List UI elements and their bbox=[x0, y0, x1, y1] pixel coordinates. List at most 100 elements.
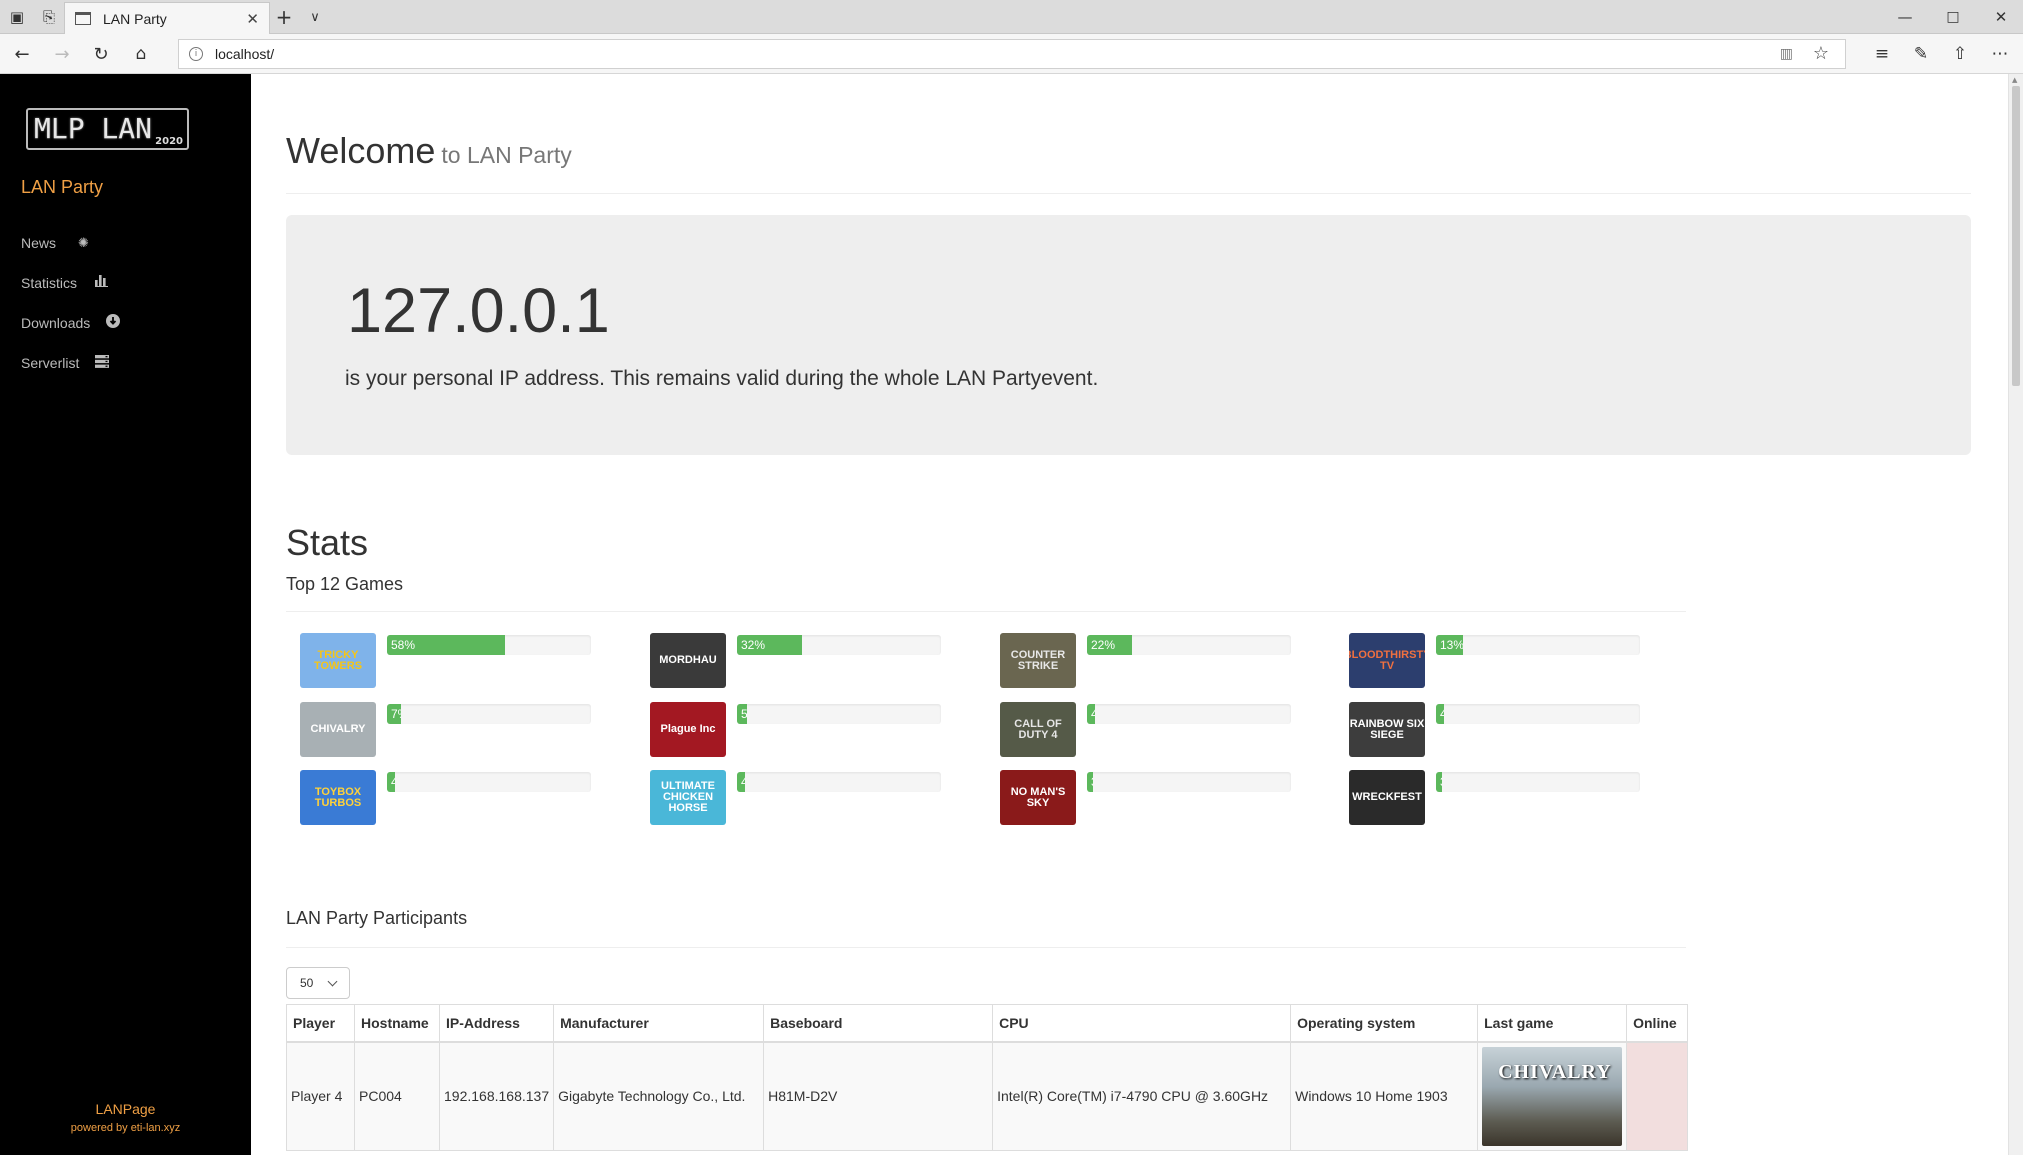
cell-cpu: Intel(R) Core(TM) i7-4790 CPU @ 3.60GHz bbox=[992, 1041, 1292, 1151]
divider bbox=[286, 947, 1686, 948]
game-progress-fill: 3% bbox=[1436, 772, 1443, 792]
tab-actions-icon[interactable]: ▣ bbox=[4, 0, 30, 34]
col-manufacturer[interactable]: Manufacturer bbox=[553, 1004, 765, 1043]
scroll-up-icon[interactable]: ▲ bbox=[2012, 76, 2017, 84]
forward-icon[interactable]: → bbox=[44, 34, 80, 74]
page-size-select[interactable]: 50 bbox=[286, 967, 350, 999]
game-cover[interactable]: ULTIMATE CHICKEN HORSE bbox=[650, 770, 726, 825]
sidebar-item-serverlist[interactable]: Serverlist bbox=[21, 351, 110, 375]
close-window-icon[interactable]: ✕ bbox=[1986, 0, 2016, 34]
game-item: COUNTER STRIKE 22% bbox=[1000, 633, 1300, 689]
game-cover-title: Plague Inc bbox=[660, 723, 716, 735]
col-ip-address[interactable]: IP-Address bbox=[438, 1004, 555, 1043]
game-item: WRECKFEST 3% bbox=[1349, 770, 1649, 826]
last-game-cover-title: CHIVALRY bbox=[1498, 1060, 1612, 1083]
game-progress-bar: 4% bbox=[1436, 704, 1640, 724]
more-menu-icon[interactable]: ⋯ bbox=[1982, 34, 2018, 74]
download-circle-icon bbox=[106, 314, 121, 332]
game-cover[interactable]: BLOODTHIRSTY TV bbox=[1349, 633, 1425, 688]
favorite-star-icon[interactable]: ☆ bbox=[1813, 43, 1829, 64]
address-bar[interactable]: i localhost/ ▥ ☆ bbox=[178, 39, 1846, 69]
game-progress-fill: 4% bbox=[1087, 704, 1096, 724]
home-icon[interactable]: ⌂ bbox=[123, 34, 159, 74]
game-item: NO MAN'S SKY 3% bbox=[1000, 770, 1300, 826]
col-last-game[interactable]: Last game bbox=[1477, 1004, 1628, 1043]
site-info-icon[interactable]: i bbox=[189, 47, 203, 61]
col-baseboard[interactable]: Baseboard bbox=[763, 1004, 994, 1043]
favorites-hub-icon[interactable]: ≡ bbox=[1864, 34, 1900, 74]
game-progress-fill: 58% bbox=[387, 635, 506, 655]
game-cover-title: WRECKFEST bbox=[1352, 791, 1422, 803]
reading-view-icon[interactable]: ▥ bbox=[1780, 46, 1793, 62]
set-aside-tabs-icon[interactable]: ⎘ bbox=[36, 0, 62, 34]
close-tab-icon[interactable]: ✕ bbox=[246, 10, 259, 28]
ip-description: is your personal IP address. This remain… bbox=[345, 367, 1099, 390]
sidebar-item-downloads[interactable]: Downloads bbox=[21, 311, 121, 335]
game-cover-title: CHIVALRY bbox=[310, 723, 366, 735]
game-cover-title: COUNTER STRIKE bbox=[1010, 648, 1066, 672]
game-cover-title: NO MAN'S SKY bbox=[1010, 785, 1066, 809]
share-icon[interactable]: ⇧ bbox=[1942, 34, 1978, 74]
site-logo[interactable]: MLP LAN 2020 bbox=[26, 108, 189, 150]
scrollbar-thumb[interactable] bbox=[2012, 86, 2020, 386]
ip-address: 127.0.0.1 bbox=[347, 276, 610, 346]
asterisk-icon: ✺ bbox=[78, 235, 89, 251]
col-online[interactable]: Online bbox=[1626, 1004, 1689, 1043]
cell-last-game: CHIVALRY bbox=[1477, 1041, 1628, 1151]
game-progress-bar: 22% bbox=[1087, 635, 1291, 655]
col-hostname[interactable]: Hostname bbox=[354, 1004, 440, 1043]
cell-baseboard: H81M-D2V bbox=[763, 1041, 994, 1151]
col-operating-system[interactable]: Operating system bbox=[1290, 1004, 1479, 1043]
sidebar-item-news[interactable]: News ✺ bbox=[21, 231, 89, 255]
last-game-cover: CHIVALRY bbox=[1482, 1046, 1623, 1146]
cell-hostname: PC004 bbox=[354, 1041, 440, 1151]
game-cover[interactable]: WRECKFEST bbox=[1349, 770, 1425, 825]
game-cover-title: CALL OF DUTY 4 bbox=[1014, 717, 1062, 741]
sidebar-item-statistics[interactable]: Statistics bbox=[21, 271, 109, 295]
footer-powered-by[interactable]: powered by eti-lan.xyz bbox=[0, 1122, 251, 1134]
tab-list-chevron-icon[interactable]: ∨ bbox=[304, 0, 326, 34]
welcome-title: Welcome bbox=[286, 130, 436, 171]
game-progress-bar: 4% bbox=[387, 772, 591, 792]
pen-notes-icon[interactable]: ✎ bbox=[1903, 34, 1939, 74]
game-cover[interactable]: TRICKY TOWERS bbox=[300, 633, 376, 688]
col-cpu[interactable]: CPU bbox=[992, 1004, 1292, 1043]
col-player[interactable]: Player bbox=[286, 1004, 355, 1043]
back-icon[interactable]: ← bbox=[4, 34, 40, 74]
refresh-icon[interactable]: ↻ bbox=[83, 34, 119, 74]
browser-titlebar: ▣ ⎘ LAN Party ✕ + ∨ — □ ✕ bbox=[0, 0, 2023, 34]
page-size-value: 50 bbox=[300, 976, 314, 990]
divider bbox=[286, 611, 1686, 612]
game-cover[interactable]: NO MAN'S SKY bbox=[1000, 770, 1076, 825]
maximize-icon[interactable]: □ bbox=[1938, 0, 1968, 34]
page-scrollbar[interactable]: ▲ bbox=[2008, 74, 2023, 1155]
game-cover-title: ULTIMATE CHICKEN HORSE bbox=[661, 780, 715, 814]
server-list-icon bbox=[95, 354, 110, 372]
footer-title[interactable]: LANPage bbox=[0, 1101, 251, 1117]
game-cover[interactable]: TOYBOX TURBOS bbox=[300, 770, 376, 825]
sidebar-item-label: News bbox=[21, 235, 57, 251]
game-progress-bar: 58% bbox=[387, 635, 591, 655]
sidebar-item-label: Statistics bbox=[21, 275, 78, 291]
game-cover[interactable]: CHIVALRY bbox=[300, 702, 376, 757]
browser-tab[interactable]: LAN Party ✕ bbox=[64, 2, 270, 34]
game-cover[interactable]: Plague Inc bbox=[650, 702, 726, 757]
brand-title[interactable]: LAN Party bbox=[21, 177, 103, 198]
page-icon bbox=[75, 12, 91, 25]
main-content: Welcome to LAN Party 127.0.0.1 is your pe… bbox=[251, 74, 2008, 1155]
url-text[interactable]: localhost/ bbox=[215, 46, 274, 62]
cell-online bbox=[1626, 1041, 1689, 1151]
game-progress-bar: 32% bbox=[737, 635, 941, 655]
new-tab-icon[interactable]: + bbox=[272, 0, 296, 34]
game-progress-bar: 3% bbox=[1436, 772, 1640, 792]
game-progress-fill: 13% bbox=[1436, 635, 1463, 655]
game-cover[interactable]: RAINBOW SIX SIEGE bbox=[1349, 702, 1425, 757]
game-cover[interactable]: COUNTER STRIKE bbox=[1000, 633, 1076, 688]
game-item: CHIVALRY 7% bbox=[300, 702, 600, 758]
minimize-icon[interactable]: — bbox=[1890, 0, 1920, 34]
game-progress-fill: 5% bbox=[737, 704, 748, 724]
game-cover[interactable]: CALL OF DUTY 4 bbox=[1000, 702, 1076, 757]
game-cover[interactable]: MORDHAU bbox=[650, 633, 726, 688]
sidebar: MLP LAN 2020 LAN Party News ✺ Statistics… bbox=[0, 74, 251, 1155]
game-progress-fill: 4% bbox=[1436, 704, 1445, 724]
